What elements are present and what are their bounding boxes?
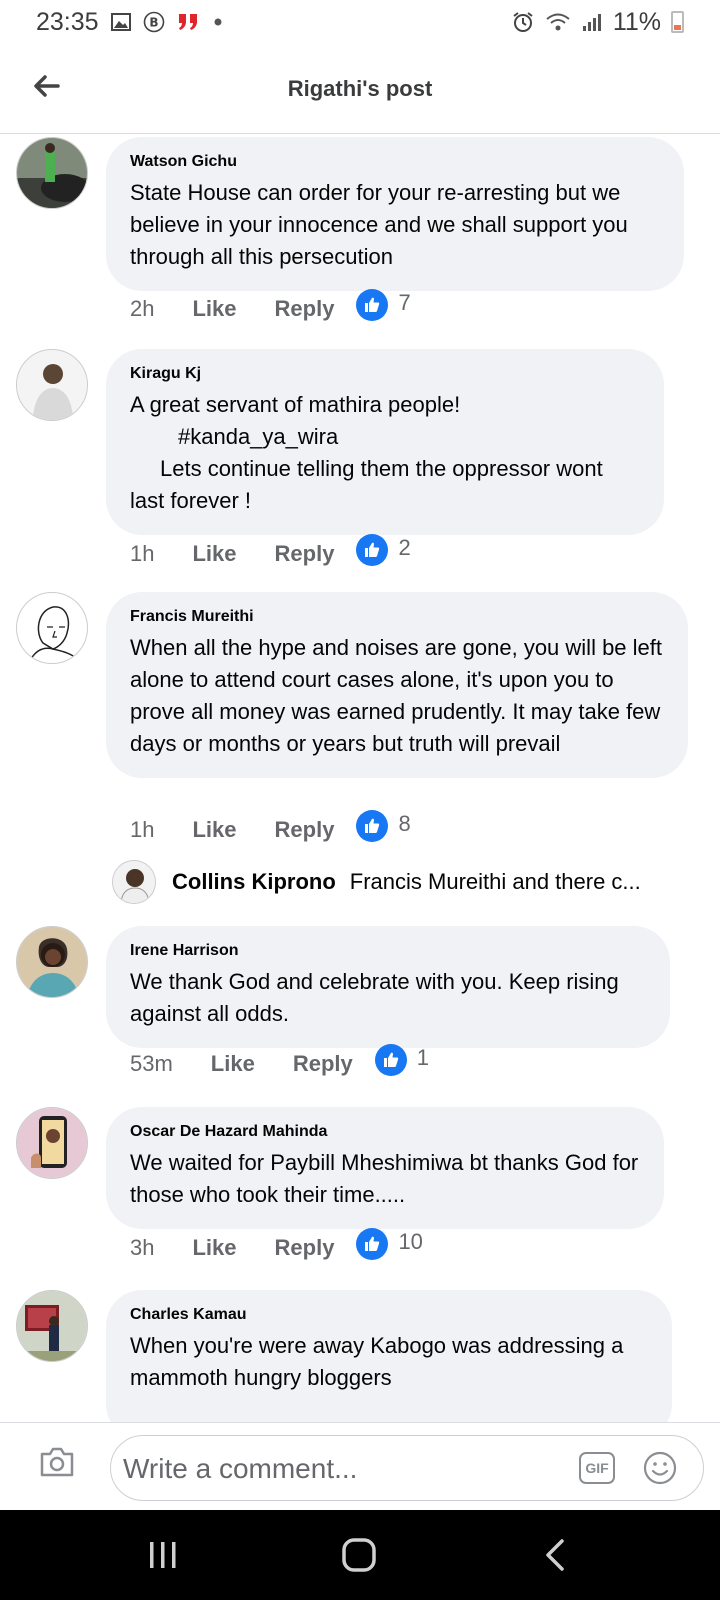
comment-author[interactable]: Watson Gichu xyxy=(130,153,660,171)
avatar[interactable] xyxy=(16,137,88,209)
comments-list[interactable]: Watson Gichu State House can order for y… xyxy=(0,135,720,1422)
avatar[interactable] xyxy=(16,592,88,664)
comment-actions: 1h Like Reply 8 xyxy=(130,810,411,846)
avatar[interactable] xyxy=(16,1107,88,1179)
header: Rigathi's post xyxy=(0,44,720,134)
notification-dot-icon xyxy=(213,17,223,27)
wifi-icon xyxy=(545,12,571,32)
comment-bubble: Irene Harrison We thank God and celebrat… xyxy=(106,926,670,1048)
like-button[interactable]: Like xyxy=(192,1235,236,1261)
gif-icon[interactable]: GIF xyxy=(579,1452,615,1484)
comment-time[interactable]: 2h xyxy=(130,296,154,322)
comment-time[interactable]: 53m xyxy=(130,1051,173,1077)
comment-text: We thank God and celebrate with you. Kee… xyxy=(130,969,625,1026)
comment-bubble: Francis Mureithi When all the hype and n… xyxy=(106,592,688,778)
reaction-count[interactable]: 7 xyxy=(398,290,410,316)
like-button[interactable]: Like xyxy=(192,296,236,322)
comment-placeholder: Write a comment... xyxy=(123,1453,358,1484)
comment-author[interactable]: Oscar De Hazard Mahinda xyxy=(130,1123,640,1141)
comment-text: State House can order for your re-arrest… xyxy=(130,180,634,269)
page-title: Rigathi's post xyxy=(287,75,433,101)
comment-author[interactable]: Kiragu Kj xyxy=(130,365,640,383)
b-badge-icon: B xyxy=(143,11,165,33)
comment-bubble: Watson Gichu State House can order for y… xyxy=(106,137,684,291)
avatar[interactable] xyxy=(16,1290,88,1362)
comment-bubble: Charles Kamau When you're were away Kabo… xyxy=(106,1290,672,1422)
comment-text: When you're were away Kabogo was address… xyxy=(130,1333,630,1390)
screen: 23:35 B 11% Rigathi's post Watson Gichu … xyxy=(0,0,720,1600)
alarm-icon xyxy=(511,11,535,33)
like-thumb-icon[interactable] xyxy=(356,534,389,566)
comment-composer: Write a comment... GIF xyxy=(0,1422,720,1510)
comment-actions: 3h Like Reply 10 xyxy=(130,1228,423,1264)
svg-text:B: B xyxy=(149,16,158,30)
like-thumb-icon[interactable] xyxy=(356,810,389,842)
status-bar: 23:35 B 11% xyxy=(0,0,720,44)
reply-button[interactable]: Reply xyxy=(275,817,335,843)
reply-preview[interactable]: Collins Kiprono Francis Mureithi and the… xyxy=(112,860,672,904)
reply-text: Francis Mureithi and there c... xyxy=(349,869,641,894)
comment-time[interactable]: 3h xyxy=(130,1235,154,1261)
reply-author[interactable]: Collins Kiprono xyxy=(172,869,336,895)
recent-apps-icon[interactable] xyxy=(140,1532,186,1578)
comment-hashtag[interactable]: #kanda_ya_wira xyxy=(130,421,640,453)
reply-avatar[interactable] xyxy=(112,860,156,904)
reaction-count[interactable]: 2 xyxy=(398,535,410,561)
status-left: 23:35 B xyxy=(36,8,223,37)
comment-actions: 2h Like Reply 7 xyxy=(130,289,411,325)
reaction-count[interactable]: 8 xyxy=(398,811,410,837)
comment-text-line: A great servant of mathira people! xyxy=(130,392,461,417)
battery-icon xyxy=(671,11,684,33)
comment-actions: 53m Like Reply 1 xyxy=(130,1044,429,1080)
camera-icon[interactable] xyxy=(38,1445,76,1479)
reply-button[interactable]: Reply xyxy=(275,1235,335,1261)
like-button[interactable]: Like xyxy=(192,817,236,843)
reply-button[interactable]: Reply xyxy=(275,541,335,567)
reply-button[interactable]: Reply xyxy=(275,296,335,322)
avatar[interactable] xyxy=(16,926,88,998)
avatar[interactable] xyxy=(16,349,88,421)
comment-author[interactable]: Charles Kamau xyxy=(130,1306,648,1324)
like-thumb-icon[interactable] xyxy=(356,289,389,321)
comment-actions: 1h Like Reply 2 xyxy=(130,534,411,570)
status-right: 11% xyxy=(511,8,684,37)
reply-button[interactable]: Reply xyxy=(293,1051,353,1077)
reaction-count[interactable]: 1 xyxy=(417,1045,429,1071)
system-nav-bar xyxy=(0,1510,720,1600)
back-arrow-icon[interactable] xyxy=(26,66,66,106)
quote-app-icon xyxy=(177,12,201,32)
comment-text: When all the hype and noises are gone, y… xyxy=(130,635,669,756)
signal-icon xyxy=(581,12,603,32)
comment-time[interactable]: 1h xyxy=(130,817,154,843)
comment-text-line: Lets continue telling them the oppressor… xyxy=(130,456,609,513)
like-thumb-icon[interactable] xyxy=(374,1044,407,1076)
battery-percent: 11% xyxy=(612,7,661,36)
comment-author[interactable]: Irene Harrison xyxy=(130,942,646,960)
comment-input[interactable]: Write a comment... GIF xyxy=(110,1435,704,1501)
like-button[interactable]: Like xyxy=(211,1051,255,1077)
gallery-icon xyxy=(110,13,131,31)
emoji-icon[interactable] xyxy=(643,1451,677,1485)
like-thumb-icon[interactable] xyxy=(356,1228,389,1260)
comment-bubble: Kiragu Kj A great servant of mathira peo… xyxy=(106,349,664,535)
home-icon[interactable] xyxy=(336,1532,382,1578)
status-time: 23:35 xyxy=(36,7,99,36)
comment-time[interactable]: 1h xyxy=(130,541,154,567)
comment-bubble: Oscar De Hazard Mahinda We waited for Pa… xyxy=(106,1107,664,1229)
back-nav-icon[interactable] xyxy=(532,1532,578,1578)
comment-text: We waited for Paybill Mheshimiwa bt than… xyxy=(130,1150,645,1207)
comment-author[interactable]: Francis Mureithi xyxy=(130,608,664,626)
like-button[interactable]: Like xyxy=(192,541,236,567)
reaction-count[interactable]: 10 xyxy=(398,1229,422,1255)
